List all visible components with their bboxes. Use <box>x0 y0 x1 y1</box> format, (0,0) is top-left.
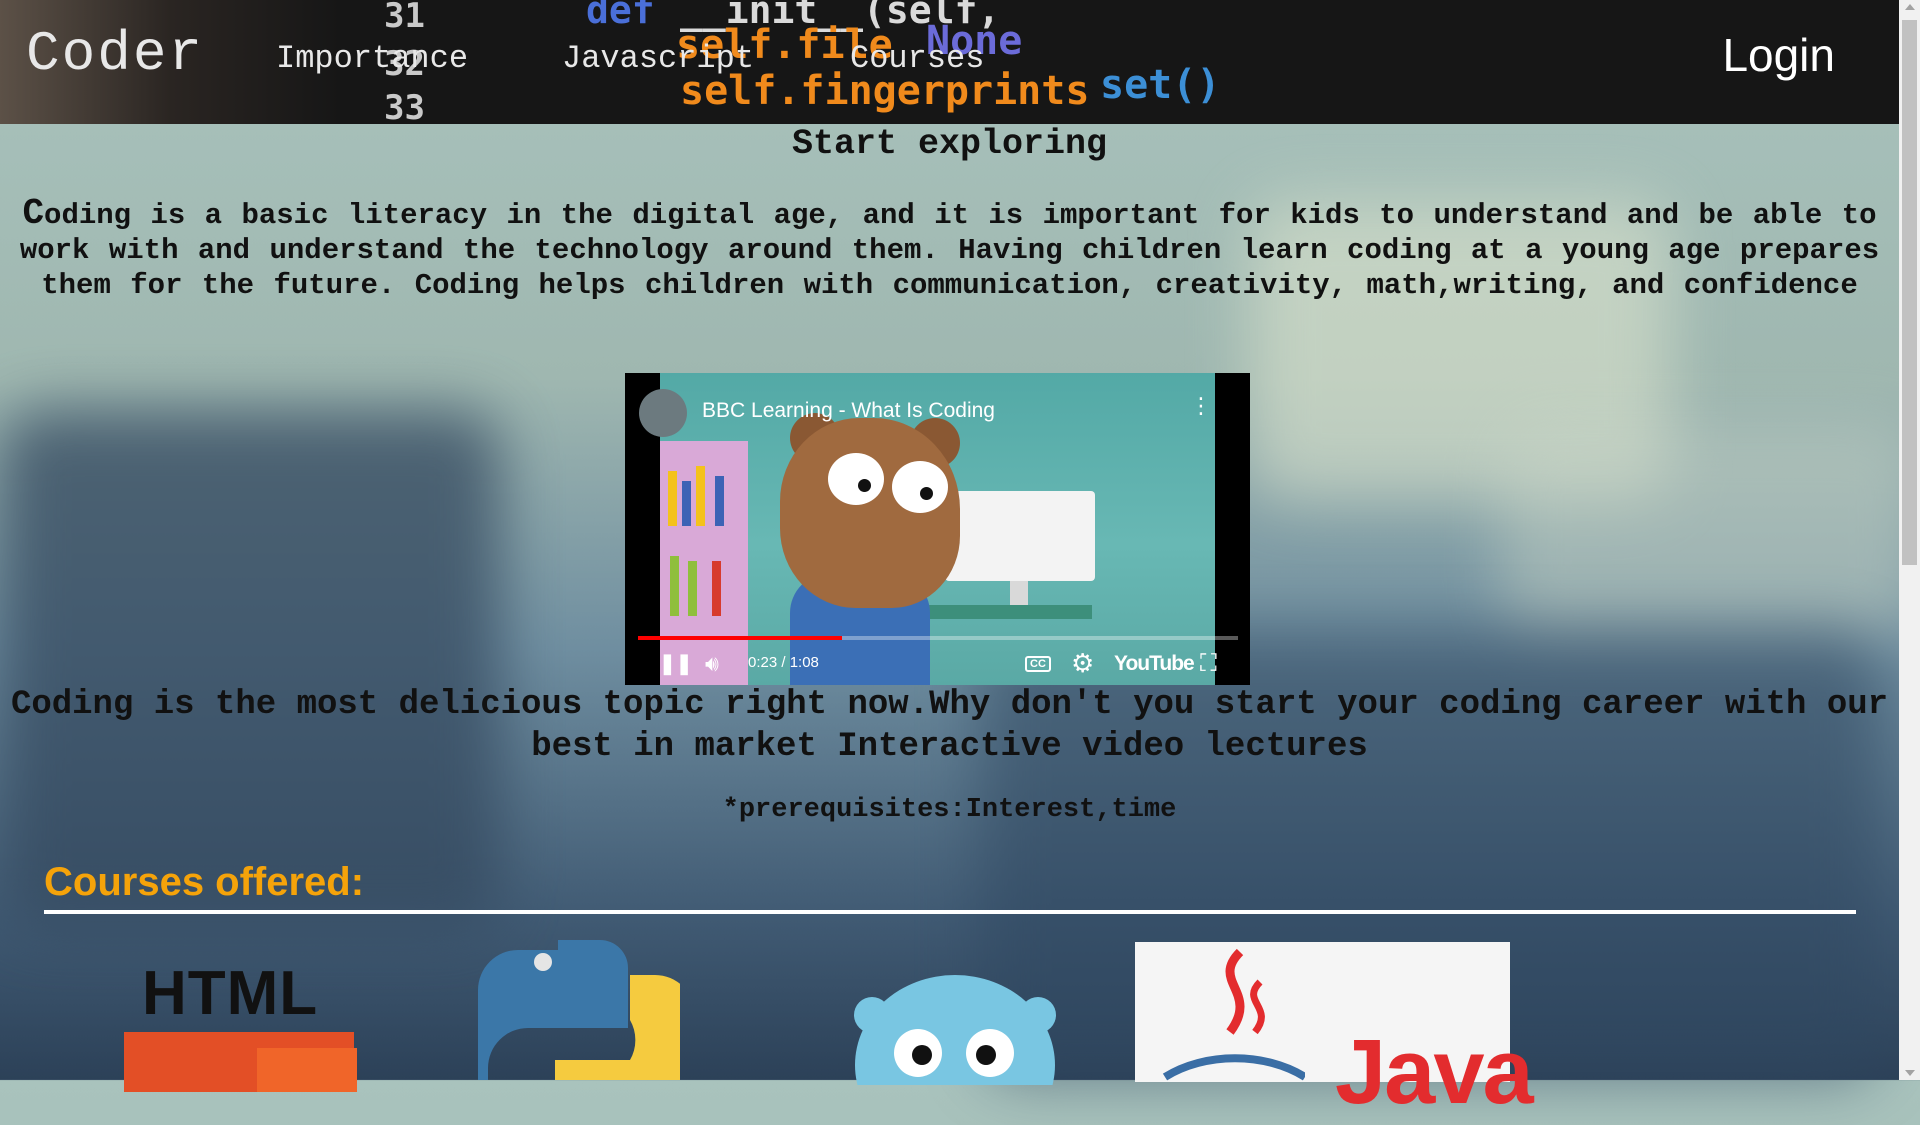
scrollbar-thumb[interactable] <box>1902 20 1917 565</box>
courses-divider <box>44 910 1856 914</box>
page-scrollbar[interactable] <box>1899 0 1920 1080</box>
video-progress-played <box>638 636 842 640</box>
intro-paragraph: Coding is a basic literacy in the digita… <box>0 196 1899 303</box>
video-time-readout: 0:23 / 1:08 <box>748 654 819 671</box>
nav-link-courses[interactable]: Courses <box>850 40 984 77</box>
video-player[interactable]: BBC Learning - What Is Coding ⋮ ❚❚ 🔊︎ 0:… <box>625 373 1250 685</box>
java-logo-box: Java <box>1135 942 1534 1123</box>
pause-icon[interactable]: ❚❚ <box>659 651 693 676</box>
code-line-number: 33 <box>384 88 425 124</box>
code-text: set() <box>1100 62 1221 108</box>
video-channel-avatar[interactable] <box>639 389 687 437</box>
video-scene-monitor <box>945 491 1095 581</box>
course-card-python[interactable] <box>470 940 695 1080</box>
scroll-down-arrow-icon[interactable] <box>1905 1070 1915 1076</box>
course-card-go[interactable] <box>850 975 1060 1125</box>
background-lamp-blur <box>1500 420 1920 640</box>
java-cup-icon <box>1162 948 1305 1081</box>
captions-icon[interactable]: CC <box>1025 656 1051 672</box>
top-navbar: 31 32 33 def __init__(self, self.file No… <box>0 0 1899 124</box>
video-scene-bear <box>780 418 960 608</box>
page-title: Start exploring <box>791 124 1108 164</box>
volume-icon[interactable]: 🔊︎ <box>705 651 719 677</box>
nav-link-javascript[interactable]: Javascript <box>562 40 754 77</box>
background-monitor-blur <box>0 410 500 930</box>
nav-link-importance[interactable]: Importance <box>276 40 468 77</box>
youtube-logo[interactable]: YouTube <box>1114 652 1195 676</box>
brand-logo[interactable]: Coder <box>26 22 204 86</box>
course-card-html[interactable]: HTML <box>124 940 357 1092</box>
python-logo-icon <box>478 940 695 1080</box>
prerequisites-text: *prerequisites:Interest,time <box>722 795 1177 825</box>
intro-drop-letter: C <box>22 193 45 234</box>
scroll-up-arrow-icon[interactable] <box>1905 4 1915 10</box>
video-title[interactable]: BBC Learning - What Is Coding <box>702 399 995 423</box>
video-more-options-icon[interactable]: ⋮ <box>1190 396 1212 418</box>
course-card-java[interactable]: Java <box>1135 942 1534 1123</box>
go-gopher-icon <box>854 975 1056 1125</box>
video-scene-bookshelf <box>660 441 748 685</box>
code-keyword: def <box>586 0 655 32</box>
java-logo-text: Java <box>1335 1021 1534 1123</box>
html-logo-text: HTML <box>142 959 319 1028</box>
video-progress-bar[interactable] <box>638 636 1238 640</box>
intro-text: oding is a basic literacy in the digital… <box>19 199 1880 302</box>
promo-text: Coding is the most delicious topic right… <box>10 686 1889 766</box>
settings-gear-icon[interactable]: ⚙ <box>1071 649 1094 679</box>
courses-heading: Courses offered: <box>44 860 365 904</box>
login-button[interactable]: Login <box>1722 28 1835 82</box>
fullscreen-icon[interactable]: ⛶ <box>1200 649 1217 677</box>
code-line-number: 31 <box>384 0 425 36</box>
